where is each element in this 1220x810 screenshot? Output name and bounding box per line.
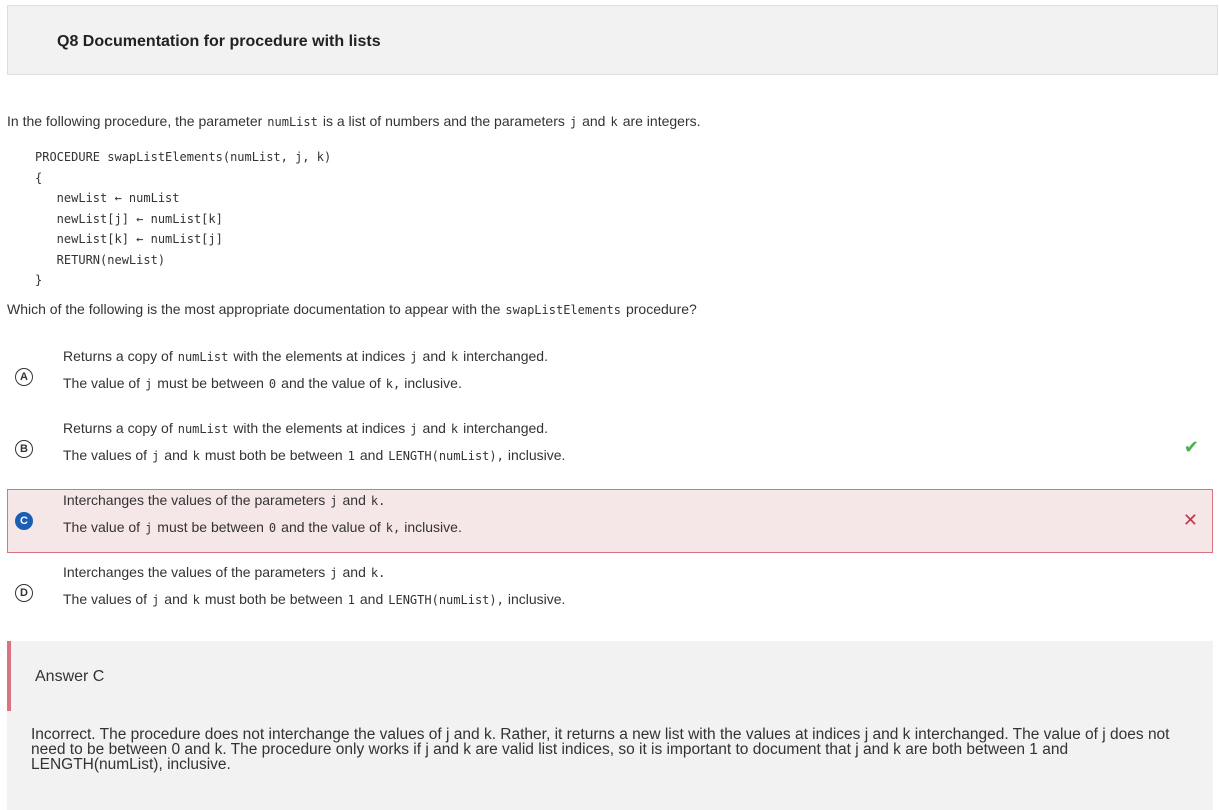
answer-label: Answer C [35,668,105,685]
code-token: k [450,422,459,436]
code-line: } [35,273,43,287]
choice-text: Interchanges the values of the parameter… [63,564,326,580]
choice-text: interchanged. [463,420,548,436]
choice-text: and [164,591,188,607]
code-line: PROCEDURE swapListElements(numList, j, k… [35,150,332,164]
code-token: 1 [347,449,355,463]
code-token: 0 [268,521,277,535]
choice-text: The values of [63,447,148,463]
choice-text: and [422,420,446,436]
code-token: j [145,521,153,535]
choice-c-line-1: Interchanges the values of the parameter… [63,492,390,508]
code-line: RETURN(newList) [35,252,166,267]
code-token: numList [267,115,318,129]
choice-c-radio[interactable]: C [15,512,33,530]
code-line: newList[j] ← numList[k] [35,211,223,226]
stem-text: are integers. [622,113,701,129]
code-token: k [610,115,618,129]
code-token: j [152,449,160,463]
question-stem: In the following procedure, the paramete… [7,113,701,129]
choice-b[interactable]: B Returns a copy of numList with the eleme… [7,417,1213,481]
code-token: swapListElements [505,303,621,317]
choice-c[interactable]: C Interchanges the values of the paramet… [7,489,1213,553]
procedure-code-block: PROCEDURE swapListElements(numList, j, k… [35,147,331,291]
choice-text: inclusive. [404,519,462,535]
code-token: LENGTH(numList), [388,593,504,607]
code-token: k, [385,521,401,535]
choice-text: The value of [63,519,141,535]
code-token: j [569,115,578,129]
code-line: newList[k] ← numList[j] [35,232,223,246]
choice-text: with the elements at indices [233,420,406,436]
choice-text: and [342,492,366,508]
choice-text: must both be between [204,447,343,463]
choice-text: interchanged. [463,348,548,364]
choice-d-line-2: The values of j and k must both be between 1 a… [63,591,565,607]
stem-text: and [582,113,606,129]
code-token: j [410,350,418,364]
code-token: numList [177,350,229,364]
choice-text: inclusive. [507,591,566,607]
code-token: k [192,449,200,463]
answer-panel: Answer C Incorrect. The procedure does n… [7,641,1213,810]
choice-d-radio[interactable]: D [15,584,33,602]
choice-a-line-1: Returns a copy of numList with the element… [63,348,548,364]
prompt-text: procedure? [625,301,697,317]
choice-b-line-1: Returns a copy of numList with the element… [63,420,548,436]
choice-text: Interchanges the values of the parameter… [63,492,326,508]
choice-text: and [359,591,384,607]
code-token: k. [370,566,386,580]
choice-text: and [164,447,188,463]
x-icon: ✕ [1182,510,1198,530]
choice-text: and [359,447,384,463]
choice-text: and [342,564,366,580]
code-token: j [410,422,418,436]
code-token: k [450,350,459,364]
code-token: j [330,494,338,508]
choice-b-line-2: The values of j and k must both be between 1 a… [63,447,565,463]
code-token: j [145,377,153,391]
prompt-text: Which of the following is the most appro… [7,301,501,317]
choice-text: inclusive. [404,375,462,391]
choice-text: and [422,348,446,364]
code-token: LENGTH(numList), [388,449,504,463]
choice-a-line-2: The value of j must be between 0 and the val… [63,375,462,391]
code-token: k [192,593,200,607]
choice-d[interactable]: D Interchanges the values of the paramet… [7,561,1213,625]
choice-text: Returns a copy of [63,420,173,436]
choice-text: with the elements at indices [233,348,406,364]
choice-text: must be between [157,375,264,391]
choice-text: The value of [63,375,141,391]
choice-text: inclusive. [507,447,566,463]
choice-text: must both be between [204,591,343,607]
stem-text: In the following procedure, the paramete… [7,113,263,129]
code-token: 0 [268,377,277,391]
answer-accent-bar [7,641,11,711]
choice-text: Returns a copy of [63,348,173,364]
stem-text: is a list of numbers and the parameters [322,113,565,129]
choice-b-radio[interactable]: B [15,440,33,458]
choice-text: and the value of [281,519,381,535]
code-token: j [152,593,160,607]
question-header: Q8 Documentation for procedure with list… [7,5,1218,75]
code-token: k. [370,494,386,508]
choice-a[interactable]: A Returns a copy of numList with the eleme… [7,345,1213,409]
code-token: 1 [347,593,355,607]
question-prompt: Which of the following is the most appro… [7,301,697,317]
code-line: { [35,170,43,185]
choice-d-line-1: Interchanges the values of the parameter… [63,564,390,580]
choice-text: must be between [157,519,264,535]
code-token: k, [385,377,401,391]
code-token: numList [177,422,229,436]
choice-text: The values of [63,591,148,607]
code-token: j [330,566,338,580]
code-line: newList ← numList [35,191,180,205]
check-icon: ✔ [1183,437,1199,457]
choice-text: and the value of [281,375,381,391]
question-title: Q8 Documentation for procedure with list… [57,33,381,50]
answer-explanation: Incorrect. The procedure does not interc… [31,726,1170,773]
choice-a-radio[interactable]: A [15,368,33,386]
choice-c-line-2: The value of j must be between 0 and the val… [63,519,462,535]
